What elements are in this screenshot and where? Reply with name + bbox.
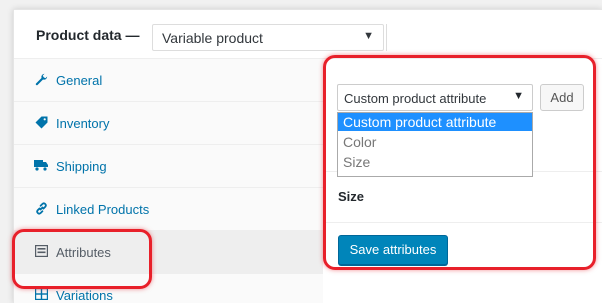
tab-variations[interactable]: Variations bbox=[14, 274, 323, 303]
tab-label: Inventory bbox=[56, 116, 110, 131]
product-data-tabs: General Inventory Shipping Linked Produc… bbox=[14, 59, 323, 303]
dropdown-option-color[interactable]: Color bbox=[338, 133, 532, 151]
wrench-icon bbox=[34, 73, 48, 87]
attribute-dropdown-list: Custom product attribute Color Size bbox=[337, 112, 533, 177]
attributes-panel: Custom product attribute ▼ Add Custom pr… bbox=[324, 59, 602, 303]
divider bbox=[324, 222, 602, 223]
tab-linked-products[interactable]: Linked Products bbox=[14, 188, 323, 231]
tab-general[interactable]: General bbox=[14, 59, 323, 102]
tab-label: Shipping bbox=[56, 159, 107, 174]
tab-label: Variations bbox=[56, 288, 113, 303]
tab-label: Linked Products bbox=[56, 202, 150, 217]
tab-shipping[interactable]: Shipping bbox=[14, 145, 323, 188]
chevron-down-icon: ▼ bbox=[363, 30, 374, 42]
attribute-select[interactable]: Custom product attribute ▼ bbox=[337, 84, 533, 111]
tag-icon bbox=[34, 116, 48, 130]
tab-label: Attributes bbox=[56, 245, 111, 260]
product-data-panel: Product data — Variable product ▼ Genera… bbox=[13, 9, 602, 303]
product-type-select[interactable]: Variable product ▼ bbox=[152, 24, 384, 51]
attribute-select-value: Custom product attribute bbox=[344, 91, 487, 106]
dropdown-option-size[interactable]: Size bbox=[338, 153, 532, 171]
grid-icon bbox=[34, 287, 48, 302]
product-data-title: Product data — bbox=[36, 27, 140, 43]
tab-label: General bbox=[56, 73, 103, 88]
dropdown-option-custom[interactable]: Custom product attribute bbox=[338, 113, 532, 131]
product-data-header: Product data — Variable product ▼ bbox=[14, 10, 602, 59]
attribute-name-size: Size bbox=[338, 189, 365, 204]
add-attribute-button[interactable]: Add bbox=[540, 84, 584, 111]
truck-icon bbox=[34, 159, 48, 173]
link-icon bbox=[34, 202, 48, 216]
chevron-down-icon: ▼ bbox=[513, 90, 524, 102]
save-attributes-button[interactable]: Save attributes bbox=[338, 235, 448, 265]
tab-inventory[interactable]: Inventory bbox=[14, 102, 323, 145]
product-type-value: Variable product bbox=[162, 30, 263, 46]
header-divider bbox=[386, 24, 387, 51]
list-icon bbox=[34, 244, 48, 259]
tab-attributes[interactable]: Attributes bbox=[14, 231, 323, 274]
